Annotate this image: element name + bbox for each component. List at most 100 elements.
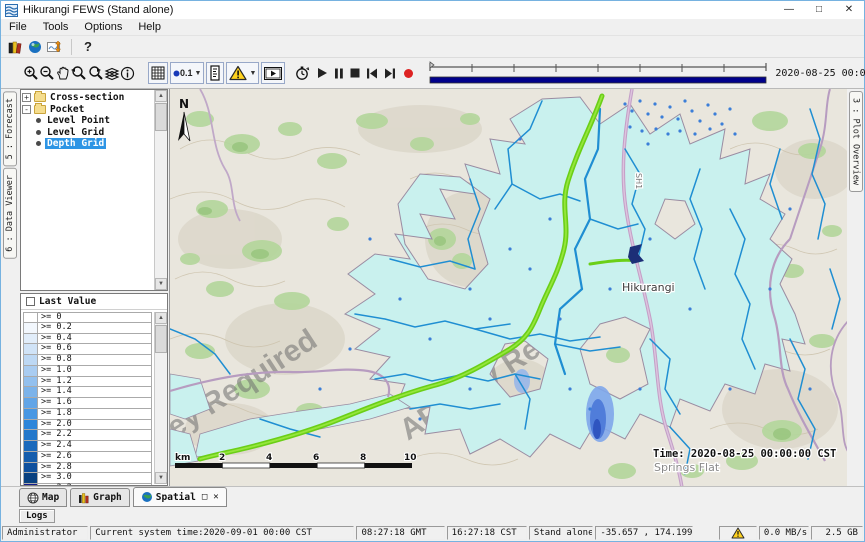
- svg-text:N: N: [179, 97, 189, 111]
- tree-item-level-grid[interactable]: Level Grid: [22, 127, 153, 139]
- menu-item-file[interactable]: File: [1, 21, 35, 33]
- status-memory: 2.5 GB: [811, 526, 863, 540]
- layers-icon[interactable]: [104, 62, 120, 84]
- legend-row[interactable]: >= 1.8: [23, 409, 152, 420]
- map-canvas[interactable]: API Key Required API Key Required: [169, 89, 847, 486]
- road-label: SH1: [634, 173, 643, 189]
- first-frame-icon[interactable]: [366, 62, 378, 84]
- menu-item-tools[interactable]: Tools: [35, 21, 77, 33]
- animation-settings-icon[interactable]: [294, 62, 310, 84]
- gauge-scale-button[interactable]: [206, 62, 224, 84]
- zoom-in-icon[interactable]: [23, 62, 39, 84]
- legend-swatch: [24, 398, 38, 408]
- scroll-up-icon[interactable]: ▲: [155, 90, 167, 102]
- scroll-down-icon[interactable]: ▼: [155, 472, 167, 484]
- close-button[interactable]: ✕: [834, 1, 864, 19]
- legend-label: >= 0.8: [38, 355, 72, 365]
- folder-icon: [34, 93, 46, 102]
- record-icon[interactable]: [404, 62, 413, 84]
- town-label: Hikurangi: [622, 281, 675, 294]
- legend-label: >= 0.4: [38, 334, 72, 344]
- info-icon[interactable]: [120, 62, 135, 84]
- toolbar-separator: [71, 39, 72, 55]
- status-warning-icon[interactable]: [719, 526, 757, 540]
- legend-label: >= 1.8: [38, 409, 72, 419]
- scroll-thumb[interactable]: [155, 325, 167, 353]
- menu-bar: FileToolsOptionsHelp: [1, 19, 864, 36]
- pan-hand-icon[interactable]: [55, 62, 70, 84]
- wire-globe-icon: [27, 492, 39, 504]
- tab-forecast[interactable]: 5 : Forecast: [3, 91, 17, 166]
- legend-row[interactable]: >= 1.0: [23, 366, 152, 377]
- logs-button[interactable]: Logs: [19, 509, 55, 523]
- legend-swatch: [24, 366, 38, 376]
- scale-tick: 6: [313, 453, 319, 463]
- tree-item-depth-grid[interactable]: Depth Grid: [22, 138, 153, 150]
- left-tab-strip: 5 : Forecast 6 : Data Viewer: [1, 89, 19, 486]
- status-memory-label: 2.5 GB: [825, 528, 858, 538]
- legend-label: >= 1.4: [38, 387, 72, 397]
- scroll-thumb[interactable]: [155, 103, 167, 131]
- right-tab-strip: 3 : Plot Overview: [847, 89, 864, 486]
- classbreaks-dropdown[interactable]: 0.1 ▼: [170, 62, 204, 84]
- legend-swatch: [24, 452, 38, 462]
- tab-plot-overview[interactable]: 3 : Plot Overview: [849, 91, 863, 192]
- last-value-checkbox[interactable]: [26, 297, 35, 306]
- explorer-icon[interactable]: [5, 38, 25, 56]
- legend-row[interactable]: >= 0.2: [23, 323, 152, 334]
- map-globe-icon[interactable]: [25, 38, 45, 56]
- grid-display-button[interactable]: [148, 62, 168, 84]
- menu-item-help[interactable]: Help: [130, 21, 169, 33]
- legend-label: >= 0.2: [38, 323, 72, 333]
- tab-data-viewer[interactable]: 6 : Data Viewer: [3, 168, 17, 259]
- time-slider[interactable]: [427, 60, 769, 86]
- timeseries-icon[interactable]: [45, 38, 65, 56]
- tab-maximize-icon[interactable]: □: [202, 492, 207, 502]
- scale-tick: 2: [219, 453, 225, 463]
- help-button[interactable]: ?: [78, 39, 98, 54]
- scroll-up-icon[interactable]: ▲: [155, 312, 167, 324]
- tree-item-pocket[interactable]: -Pocket: [22, 104, 153, 116]
- zoom-out-icon[interactable]: [39, 62, 55, 84]
- title-bar: Hikurangi FEWS (Stand alone) — □ ✕: [1, 1, 864, 19]
- scale-tick: 4: [266, 453, 272, 463]
- tab-spatial[interactable]: Spatial □ ✕: [133, 487, 227, 507]
- chevron-down-icon: ▼: [249, 70, 256, 77]
- last-value-label: Last Value: [39, 296, 96, 307]
- scale-tick: 8: [360, 453, 366, 463]
- tab-map[interactable]: Map: [19, 488, 67, 507]
- warning-thresholds-dropdown[interactable]: ▼: [226, 62, 259, 84]
- tree-expander-icon[interactable]: -: [22, 105, 31, 114]
- last-frame-icon[interactable]: [384, 62, 396, 84]
- legend-row[interactable]: >= 3.2: [23, 484, 152, 486]
- main-area: 5 : Forecast 6 : Data Viewer +Cross-sect…: [1, 89, 864, 486]
- status-coordinates: -35.657 , 174.199: [595, 526, 693, 540]
- minimize-button[interactable]: —: [774, 1, 804, 19]
- tab-graph[interactable]: Graph: [70, 488, 130, 507]
- tab-close-icon[interactable]: ✕: [213, 492, 218, 502]
- zoom-next-icon[interactable]: [87, 62, 104, 84]
- globe-icon: [141, 491, 153, 503]
- pause-icon[interactable]: [334, 62, 344, 84]
- tab-spatial-label: Spatial: [156, 492, 196, 503]
- logs-row: Logs: [1, 507, 864, 525]
- legend-swatch: [24, 484, 38, 486]
- animation-movie-button[interactable]: [261, 62, 285, 84]
- tree-item-label: Level Grid: [45, 127, 106, 138]
- maximize-button[interactable]: □: [804, 1, 834, 19]
- area-label: Springs Flat: [654, 461, 720, 474]
- tree-scrollbar[interactable]: ▲ ▼: [154, 90, 167, 290]
- legend-scrollbar[interactable]: ▲ ▼: [154, 312, 167, 484]
- app-logo-icon: [5, 4, 18, 17]
- tree-expander-icon[interactable]: +: [22, 93, 31, 102]
- tree-item-level-point[interactable]: Level Point: [22, 115, 153, 127]
- legend-label: >= 0: [38, 313, 61, 322]
- play-icon[interactable]: [316, 62, 328, 84]
- legend-row[interactable]: >= 2.6: [23, 452, 152, 463]
- zoom-previous-icon[interactable]: [70, 62, 87, 84]
- menu-item-options[interactable]: Options: [76, 21, 130, 33]
- legend-swatch: [24, 463, 38, 473]
- tab-map-label: Map: [42, 492, 59, 503]
- stop-icon[interactable]: [350, 62, 360, 84]
- scroll-down-icon[interactable]: ▼: [155, 278, 167, 290]
